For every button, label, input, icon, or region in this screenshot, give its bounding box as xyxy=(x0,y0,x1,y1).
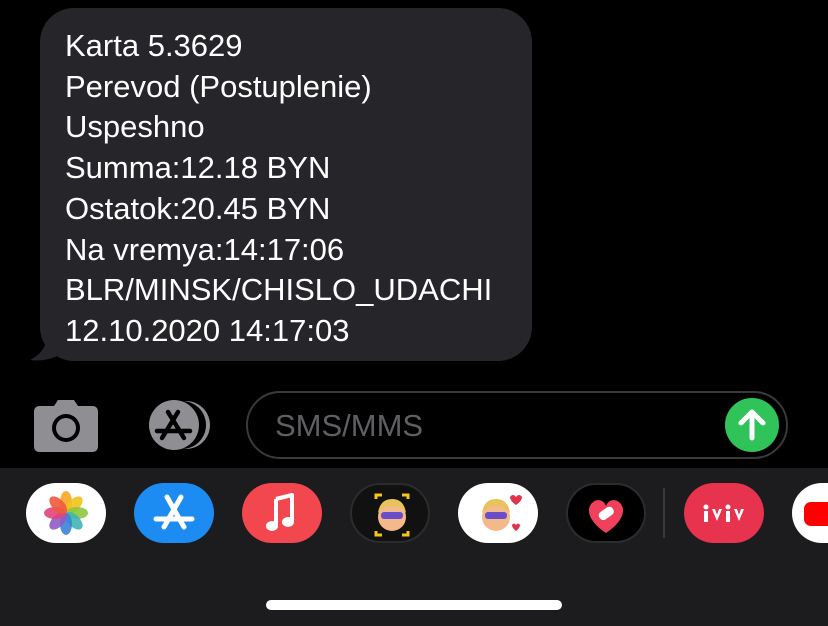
message-bubble[interactable]: Karta 5.3629 Perevod (Postuplenie) Uspes… xyxy=(40,8,532,361)
arrow-up-icon xyxy=(738,409,766,441)
message-input[interactable]: SMS/MMS xyxy=(246,391,788,459)
memoji-stickers-icon xyxy=(482,495,522,531)
memoji-app[interactable] xyxy=(350,483,430,543)
apps-button[interactable] xyxy=(140,400,214,450)
music-app[interactable] xyxy=(242,483,322,543)
message-line-status: Uspeshno xyxy=(65,109,205,145)
memoji-icon xyxy=(374,493,410,537)
camera-button[interactable] xyxy=(34,400,98,452)
photos-app[interactable] xyxy=(26,483,106,543)
youtube-app[interactable] xyxy=(792,483,828,543)
app-store-icon xyxy=(153,494,195,530)
message-line-balance: Ostatok:20.45 BYN xyxy=(65,190,331,226)
app-store-app[interactable] xyxy=(134,483,214,543)
message-line-amount: Summa:12.18 BYN xyxy=(65,150,331,186)
app-store-icon xyxy=(149,400,210,450)
photos-icon xyxy=(44,491,88,535)
digital-touch-icon xyxy=(588,500,624,533)
music-note-icon xyxy=(266,493,294,531)
ivi-icon xyxy=(703,504,744,522)
camera-icon xyxy=(34,400,98,452)
message-line-merchant: BLR/MINSK/CHISLO_UDACHI xyxy=(65,272,493,308)
youtube-icon xyxy=(804,502,828,526)
send-button[interactable] xyxy=(725,398,779,452)
app-drawer xyxy=(0,468,828,626)
message-line-datetime: 12.10.2020 14:17:03 xyxy=(65,312,350,348)
messages-screen: Karta 5.3629 Perevod (Postuplenie) Uspes… xyxy=(0,0,828,626)
message-line-card: Karta 5.3629 xyxy=(65,28,243,63)
ivi-app[interactable] xyxy=(684,483,764,543)
message-line-time: Na vremya:14:17:06 xyxy=(65,231,345,267)
memoji-stickers-app[interactable] xyxy=(458,483,538,543)
drawer-divider xyxy=(663,488,665,538)
digital-touch-app[interactable] xyxy=(566,483,646,543)
input-placeholder: SMS/MMS xyxy=(275,408,424,443)
home-indicator[interactable] xyxy=(266,600,562,610)
message-line-transfer: Perevod (Postuplenie) xyxy=(65,68,372,104)
